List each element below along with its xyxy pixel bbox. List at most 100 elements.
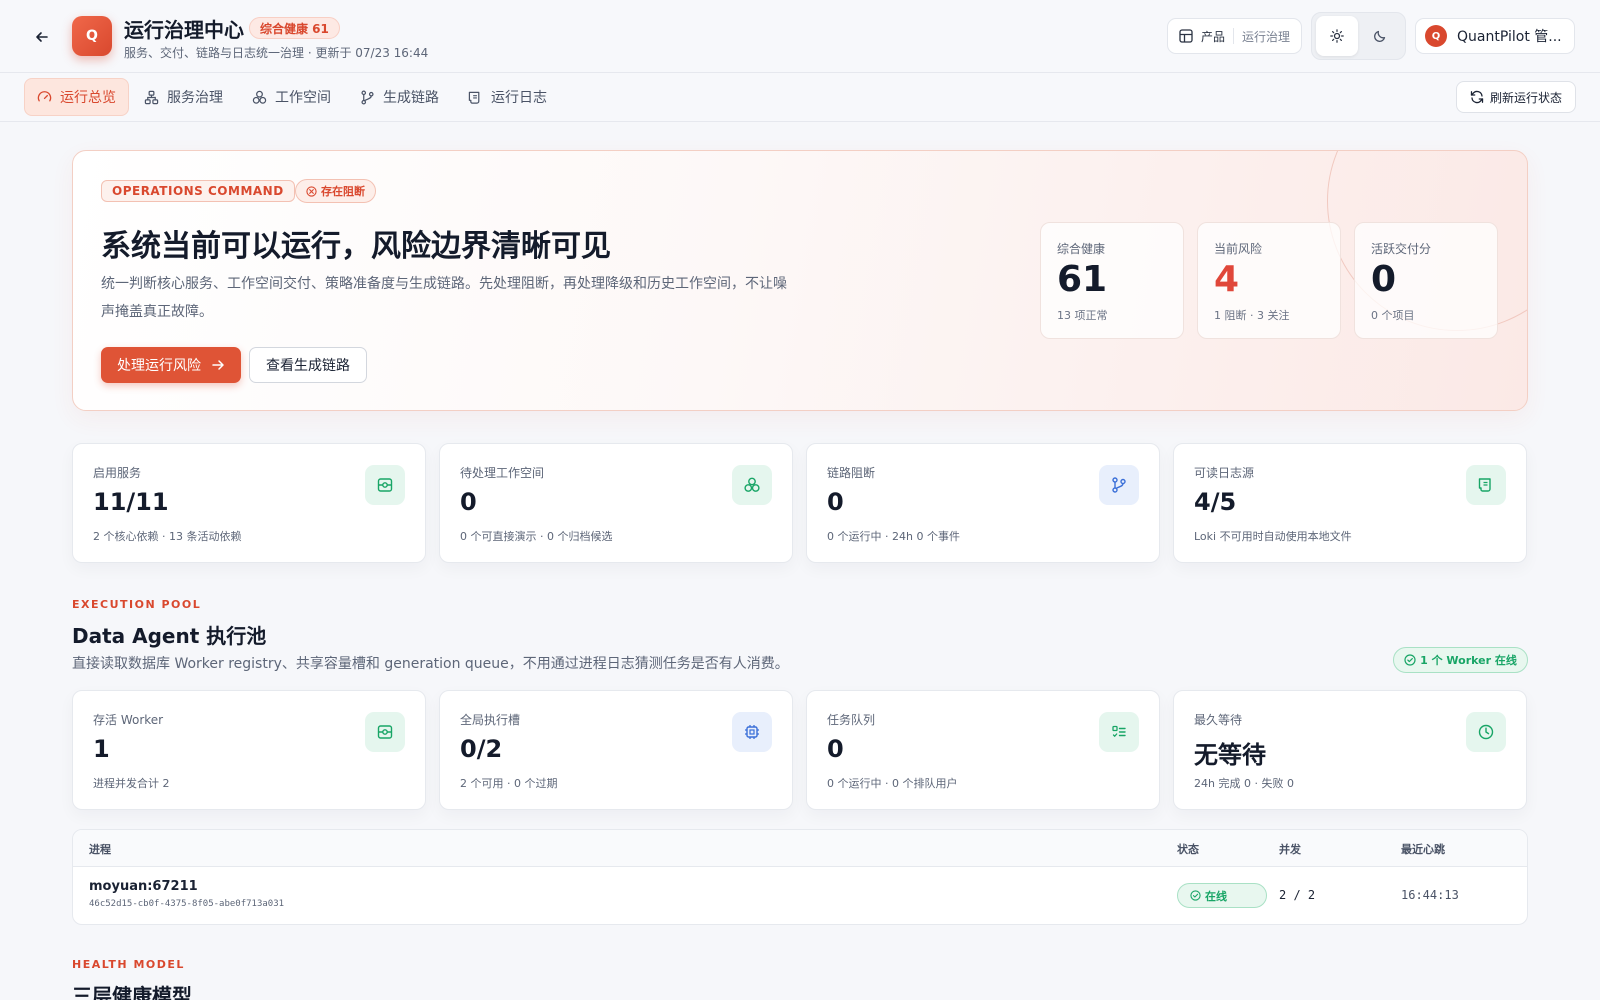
section-eyebrow: EXECUTION POOL	[72, 598, 202, 611]
cubes-icon	[252, 90, 267, 105]
stat-label: 待处理工作空间	[460, 466, 545, 480]
section-eyebrow: HEALTH MODEL	[72, 958, 185, 971]
tab-pipeline[interactable]: 生成链路	[348, 78, 451, 116]
clock-icon	[1466, 712, 1506, 752]
metric-label: 活跃交付分	[1371, 242, 1432, 256]
column-header: 进程	[89, 843, 111, 856]
scroll-icon	[468, 90, 483, 105]
section-description: 直接读取数据库 Worker registry、共享容量槽和 generatio…	[72, 656, 789, 672]
metric-delivery: 活跃交付分 0 0 个项目	[1354, 222, 1498, 339]
column-header: 最近心跳	[1401, 843, 1445, 856]
metric-value: 4	[1214, 259, 1240, 300]
stat-card-logs: 可读日志源 4/5 Loki 不可用时自动使用本地文件	[1173, 443, 1527, 563]
metric-value: 61	[1057, 259, 1108, 300]
grid-icon	[1179, 29, 1193, 43]
user-menu[interactable]: Q QuantPilot 管...	[1415, 18, 1575, 54]
refresh-status-button[interactable]: 刷新运行状态	[1456, 81, 1576, 113]
column-header: 并发	[1279, 843, 1301, 856]
server-icon	[365, 712, 405, 752]
page-title: 运行治理中心	[124, 18, 244, 42]
button-label: 处理运行风险	[117, 358, 201, 374]
arrow-right-icon	[211, 358, 225, 372]
list-check-icon	[1099, 712, 1139, 752]
stat-sub: 2 个可用 · 0 个过期	[460, 777, 558, 790]
stat-card-pipeline: 链路阻断 0 0 个运行中 · 24h 0 个事件	[806, 443, 1160, 563]
tab-label: 运行日志	[491, 90, 547, 106]
tab-label: 运行总览	[60, 90, 116, 106]
context-module: 运行治理	[1242, 29, 1291, 44]
stat-value: 0	[827, 735, 844, 763]
pool-card-wait: 最久等待 无等待 24h 完成 0 · 失败 0	[1173, 690, 1527, 810]
gauge-icon	[37, 90, 52, 105]
back-button[interactable]	[28, 23, 56, 51]
server-icon	[365, 465, 405, 505]
operations-tag: OPERATIONS COMMAND	[101, 180, 295, 202]
arrow-left-icon	[36, 32, 48, 42]
page-subtitle: 服务、交付、链路与日志统一治理 · 更新于 07/23 16:44	[124, 46, 429, 60]
section-title: 三层健康模型	[72, 984, 192, 1000]
stat-label: 链路阻断	[827, 466, 876, 480]
git-branch-icon	[1099, 465, 1139, 505]
tab-services[interactable]: 服务治理	[132, 78, 235, 116]
tab-logs[interactable]: 运行日志	[456, 78, 559, 116]
stat-label: 任务队列	[827, 713, 876, 727]
cubes-icon	[732, 465, 772, 505]
pool-card-slots: 全局执行槽 0/2 2 个可用 · 0 个过期	[439, 690, 793, 810]
stat-sub: Loki 不可用时自动使用本地文件	[1194, 530, 1352, 543]
table-header: 进程 状态 并发 最近心跳	[73, 830, 1527, 867]
stat-sub: 0 个运行中 · 24h 0 个事件	[827, 530, 960, 543]
metric-sub: 13 项正常	[1057, 309, 1108, 322]
stat-value: 0	[827, 488, 844, 516]
process-name: moyuan:67211	[89, 879, 198, 894]
app-logo: Q	[72, 16, 112, 56]
metric-value: 0	[1371, 259, 1397, 300]
light-theme-button[interactable]	[1316, 16, 1359, 56]
status-badge: 在线	[1177, 883, 1267, 908]
stat-value: 11/11	[93, 488, 169, 516]
metric-risk: 当前风险 4 1 阻断 · 3 关注	[1197, 222, 1341, 339]
metric-sub: 1 阻断 · 3 关注	[1214, 309, 1290, 322]
theme-toggle	[1311, 12, 1406, 60]
hero-title: 系统当前可以运行，风险边界清晰可见	[101, 229, 611, 264]
column-header: 状态	[1177, 843, 1199, 856]
stat-label: 启用服务	[93, 466, 142, 480]
tab-workspaces[interactable]: 工作空间	[240, 78, 343, 116]
stat-card-services: 启用服务 11/11 2 个核心依赖 · 13 条活动依赖	[72, 443, 426, 563]
section-title: Data Agent 执行池	[72, 624, 267, 648]
divider	[1233, 28, 1235, 44]
scroll-icon	[1466, 465, 1506, 505]
worker-online-badge: 1 个 Worker 在线	[1393, 647, 1528, 673]
context-product: 产品	[1201, 29, 1226, 44]
network-icon	[144, 90, 159, 105]
pool-card-workers: 存活 Worker 1 进程并发合计 2	[72, 690, 426, 810]
stat-value: 4/5	[1194, 488, 1237, 516]
stat-label: 存活 Worker	[93, 713, 164, 727]
refresh-icon	[1470, 90, 1484, 104]
sun-icon	[1330, 29, 1345, 43]
context-switcher[interactable]: 产品 运行治理	[1167, 18, 1302, 54]
concurrency-value: 2 / 2	[1279, 888, 1316, 902]
pool-card-queue: 任务队列 0 0 个运行中 · 0 个排队用户	[806, 690, 1160, 810]
metric-health: 综合健康 61 13 项正常	[1040, 222, 1184, 339]
handle-risk-button[interactable]: 处理运行风险	[101, 347, 241, 383]
stat-sub: 24h 完成 0 · 失败 0	[1194, 777, 1294, 790]
moon-icon	[1373, 30, 1385, 42]
hero-description: 统一判断核心服务、工作空间交付、策略准备度与生成链路。先处理阻断，再处理降级和历…	[101, 276, 787, 320]
stat-value: 0/2	[460, 735, 503, 763]
user-name: QuantPilot 管...	[1457, 29, 1562, 45]
stat-sub: 进程并发合计 2	[93, 777, 170, 790]
dark-theme-button[interactable]	[1359, 16, 1401, 56]
main-nav: 运行总览 服务治理 工作空间 生成链路 运行日志 刷新运行状态	[0, 73, 1600, 122]
tab-overview[interactable]: 运行总览	[24, 78, 129, 116]
tab-label: 生成链路	[383, 90, 439, 106]
check-circle-icon	[1404, 654, 1416, 666]
cpu-icon	[732, 712, 772, 752]
git-branch-icon	[360, 90, 375, 105]
avatar: Q	[1425, 25, 1447, 47]
view-pipeline-button[interactable]: 查看生成链路	[249, 347, 367, 383]
stat-card-workspaces: 待处理工作空间 0 0 个可直接演示 · 0 个归档候选	[439, 443, 793, 563]
tab-label: 工作空间	[275, 90, 331, 106]
metric-label: 当前风险	[1214, 242, 1263, 256]
metric-label: 综合健康	[1057, 242, 1106, 256]
check-circle-icon	[1190, 890, 1201, 901]
